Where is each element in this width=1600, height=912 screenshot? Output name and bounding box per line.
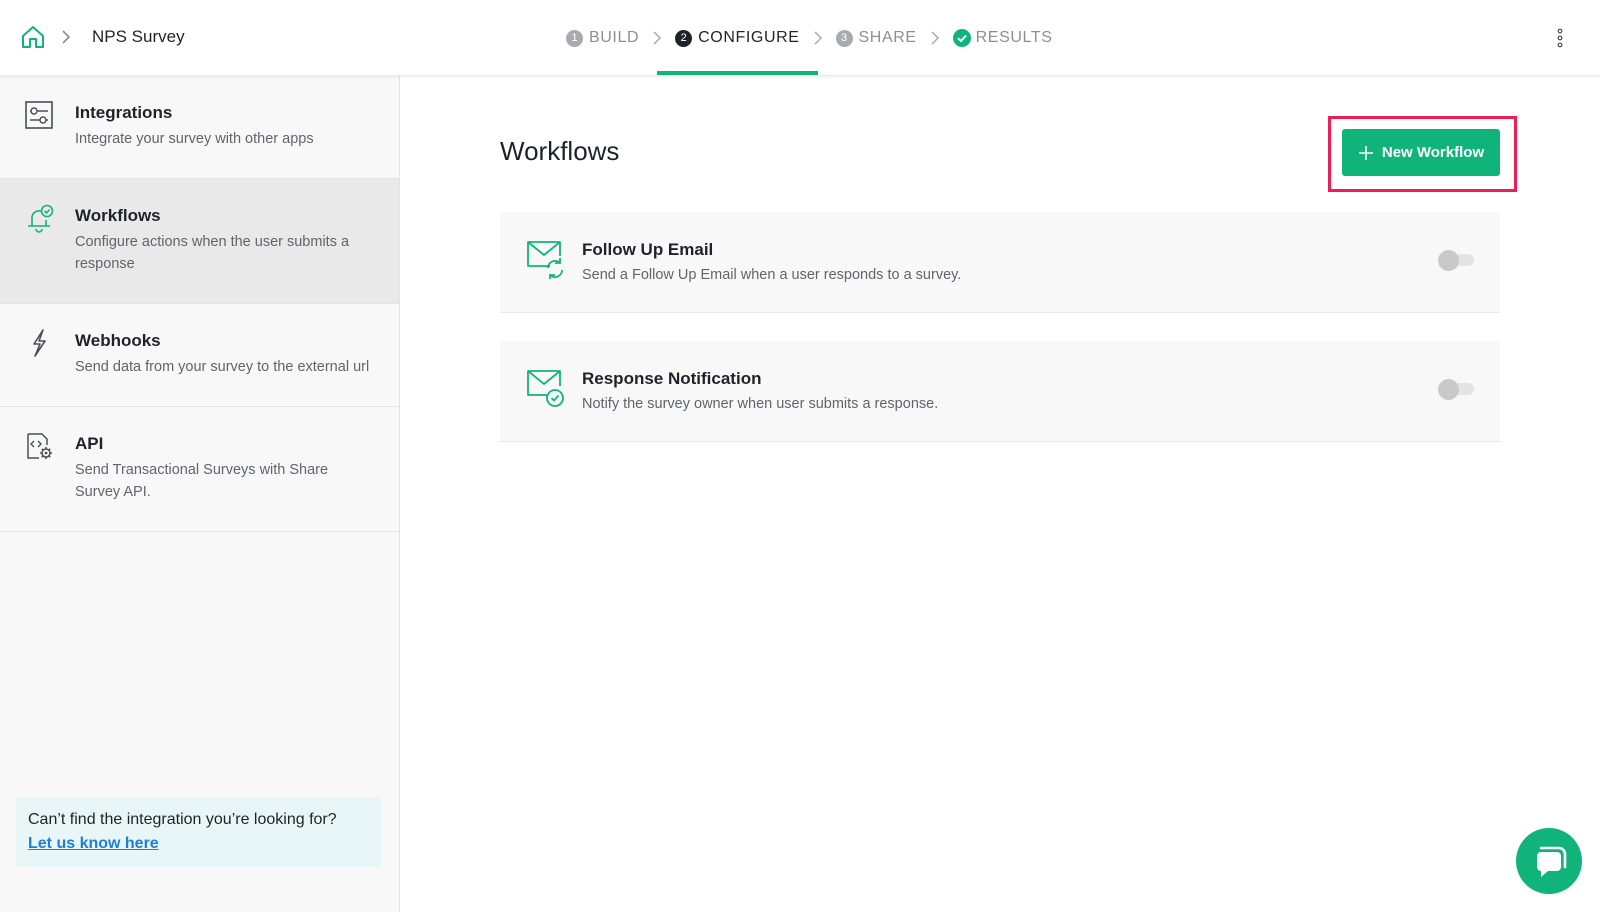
step-results[interactable]: RESULTS	[952, 0, 1053, 76]
page-title: Workflows	[500, 136, 620, 166]
workflow-description: Send a Follow Up Email when a user respo…	[582, 267, 962, 283]
sidebar-item-title: Workflows	[75, 206, 161, 225]
mail-refresh-icon	[527, 241, 563, 279]
step-label: BUILD	[589, 29, 640, 46]
home-icon[interactable]	[20, 24, 46, 50]
sidebar-item-webhooks[interactable]: Webhooks Send data from your survey to t…	[0, 304, 399, 407]
help-box: Can’t find the integration you’re lookin…	[16, 797, 382, 867]
sidebar-item-integrations[interactable]: Integrations Integrate your survey with …	[0, 76, 399, 179]
sidebar-item-api[interactable]: API Send Transactional Surveys with Shar…	[0, 407, 399, 532]
chevron-right-icon	[653, 31, 662, 45]
workflow-description: Notify the survey owner when user submit…	[582, 396, 939, 412]
step-number: 2	[675, 29, 693, 47]
step-navigation: 1 BUILD 2 CONFIGURE 3 SHARE RESULTS	[566, 0, 1052, 76]
chevron-right-icon	[62, 30, 71, 44]
sidebar-item-description: Integrate your survey with other apps	[75, 131, 314, 147]
sidebar-item-description: Send data from your survey to the extern…	[75, 359, 370, 375]
plus-icon	[1358, 145, 1373, 160]
sidebar-item-title: Integrations	[75, 103, 173, 122]
step-configure[interactable]: 2 CONFIGURE	[657, 0, 818, 76]
sidebar-item-description: Send Transactional Surveys with Share Su…	[75, 462, 329, 500]
check-circle-icon	[952, 29, 971, 47]
chevron-right-icon	[931, 31, 939, 45]
workflow-title: Follow Up Email	[582, 240, 714, 259]
response-notification-toggle[interactable]	[1438, 379, 1474, 400]
sidebar: Integrations Integrate your survey with …	[0, 76, 400, 912]
step-number: 3	[835, 29, 853, 47]
chevron-right-icon	[814, 31, 822, 45]
integrations-icon	[25, 101, 53, 129]
sidebar-item-title: Webhooks	[75, 331, 161, 350]
sidebar-item-workflows[interactable]: Workflows Configure actions when the use…	[0, 179, 399, 304]
new-workflow-button[interactable]: New Workflow	[1342, 129, 1500, 176]
toggle-knob	[1438, 379, 1459, 400]
new-workflow-label: New Workflow	[1381, 144, 1485, 161]
step-share[interactable]: 3 SHARE	[835, 0, 917, 76]
mail-check-icon	[527, 370, 564, 407]
toggle-knob	[1438, 250, 1459, 271]
step-build[interactable]: 1 BUILD	[566, 0, 639, 76]
workflow-bell-icon	[28, 204, 54, 233]
api-gear-icon	[27, 433, 52, 459]
step-label: SHARE	[858, 29, 917, 46]
step-label: RESULTS	[975, 29, 1053, 46]
workflow-title: Response Notification	[582, 369, 762, 388]
help-text: Can’t find the integration you’re lookin…	[28, 811, 337, 828]
step-label: CONFIGURE	[698, 29, 800, 46]
chat-button[interactable]	[1516, 828, 1582, 894]
let-us-know-link[interactable]: Let us know here	[28, 832, 159, 856]
sidebar-item-title: API	[75, 434, 104, 453]
lightning-icon	[33, 329, 46, 357]
more-options-icon[interactable]	[1556, 28, 1564, 48]
follow-up-email-toggle[interactable]	[1438, 250, 1474, 271]
top-bar: NPS Survey 1 BUILD 2 CONFIGURE 3 SHARE R…	[0, 0, 1600, 76]
chat-icon	[1537, 846, 1567, 877]
survey-name[interactable]: NPS Survey	[92, 27, 185, 47]
workflow-card-follow-up-email: Follow Up Email Send a Follow Up Email w…	[500, 212, 1500, 313]
sidebar-item-description: Configure actions when the user submits …	[75, 234, 350, 272]
workflow-card-response-notification: Response Notification Notify the survey …	[500, 341, 1500, 442]
step-number: 1	[566, 29, 583, 47]
